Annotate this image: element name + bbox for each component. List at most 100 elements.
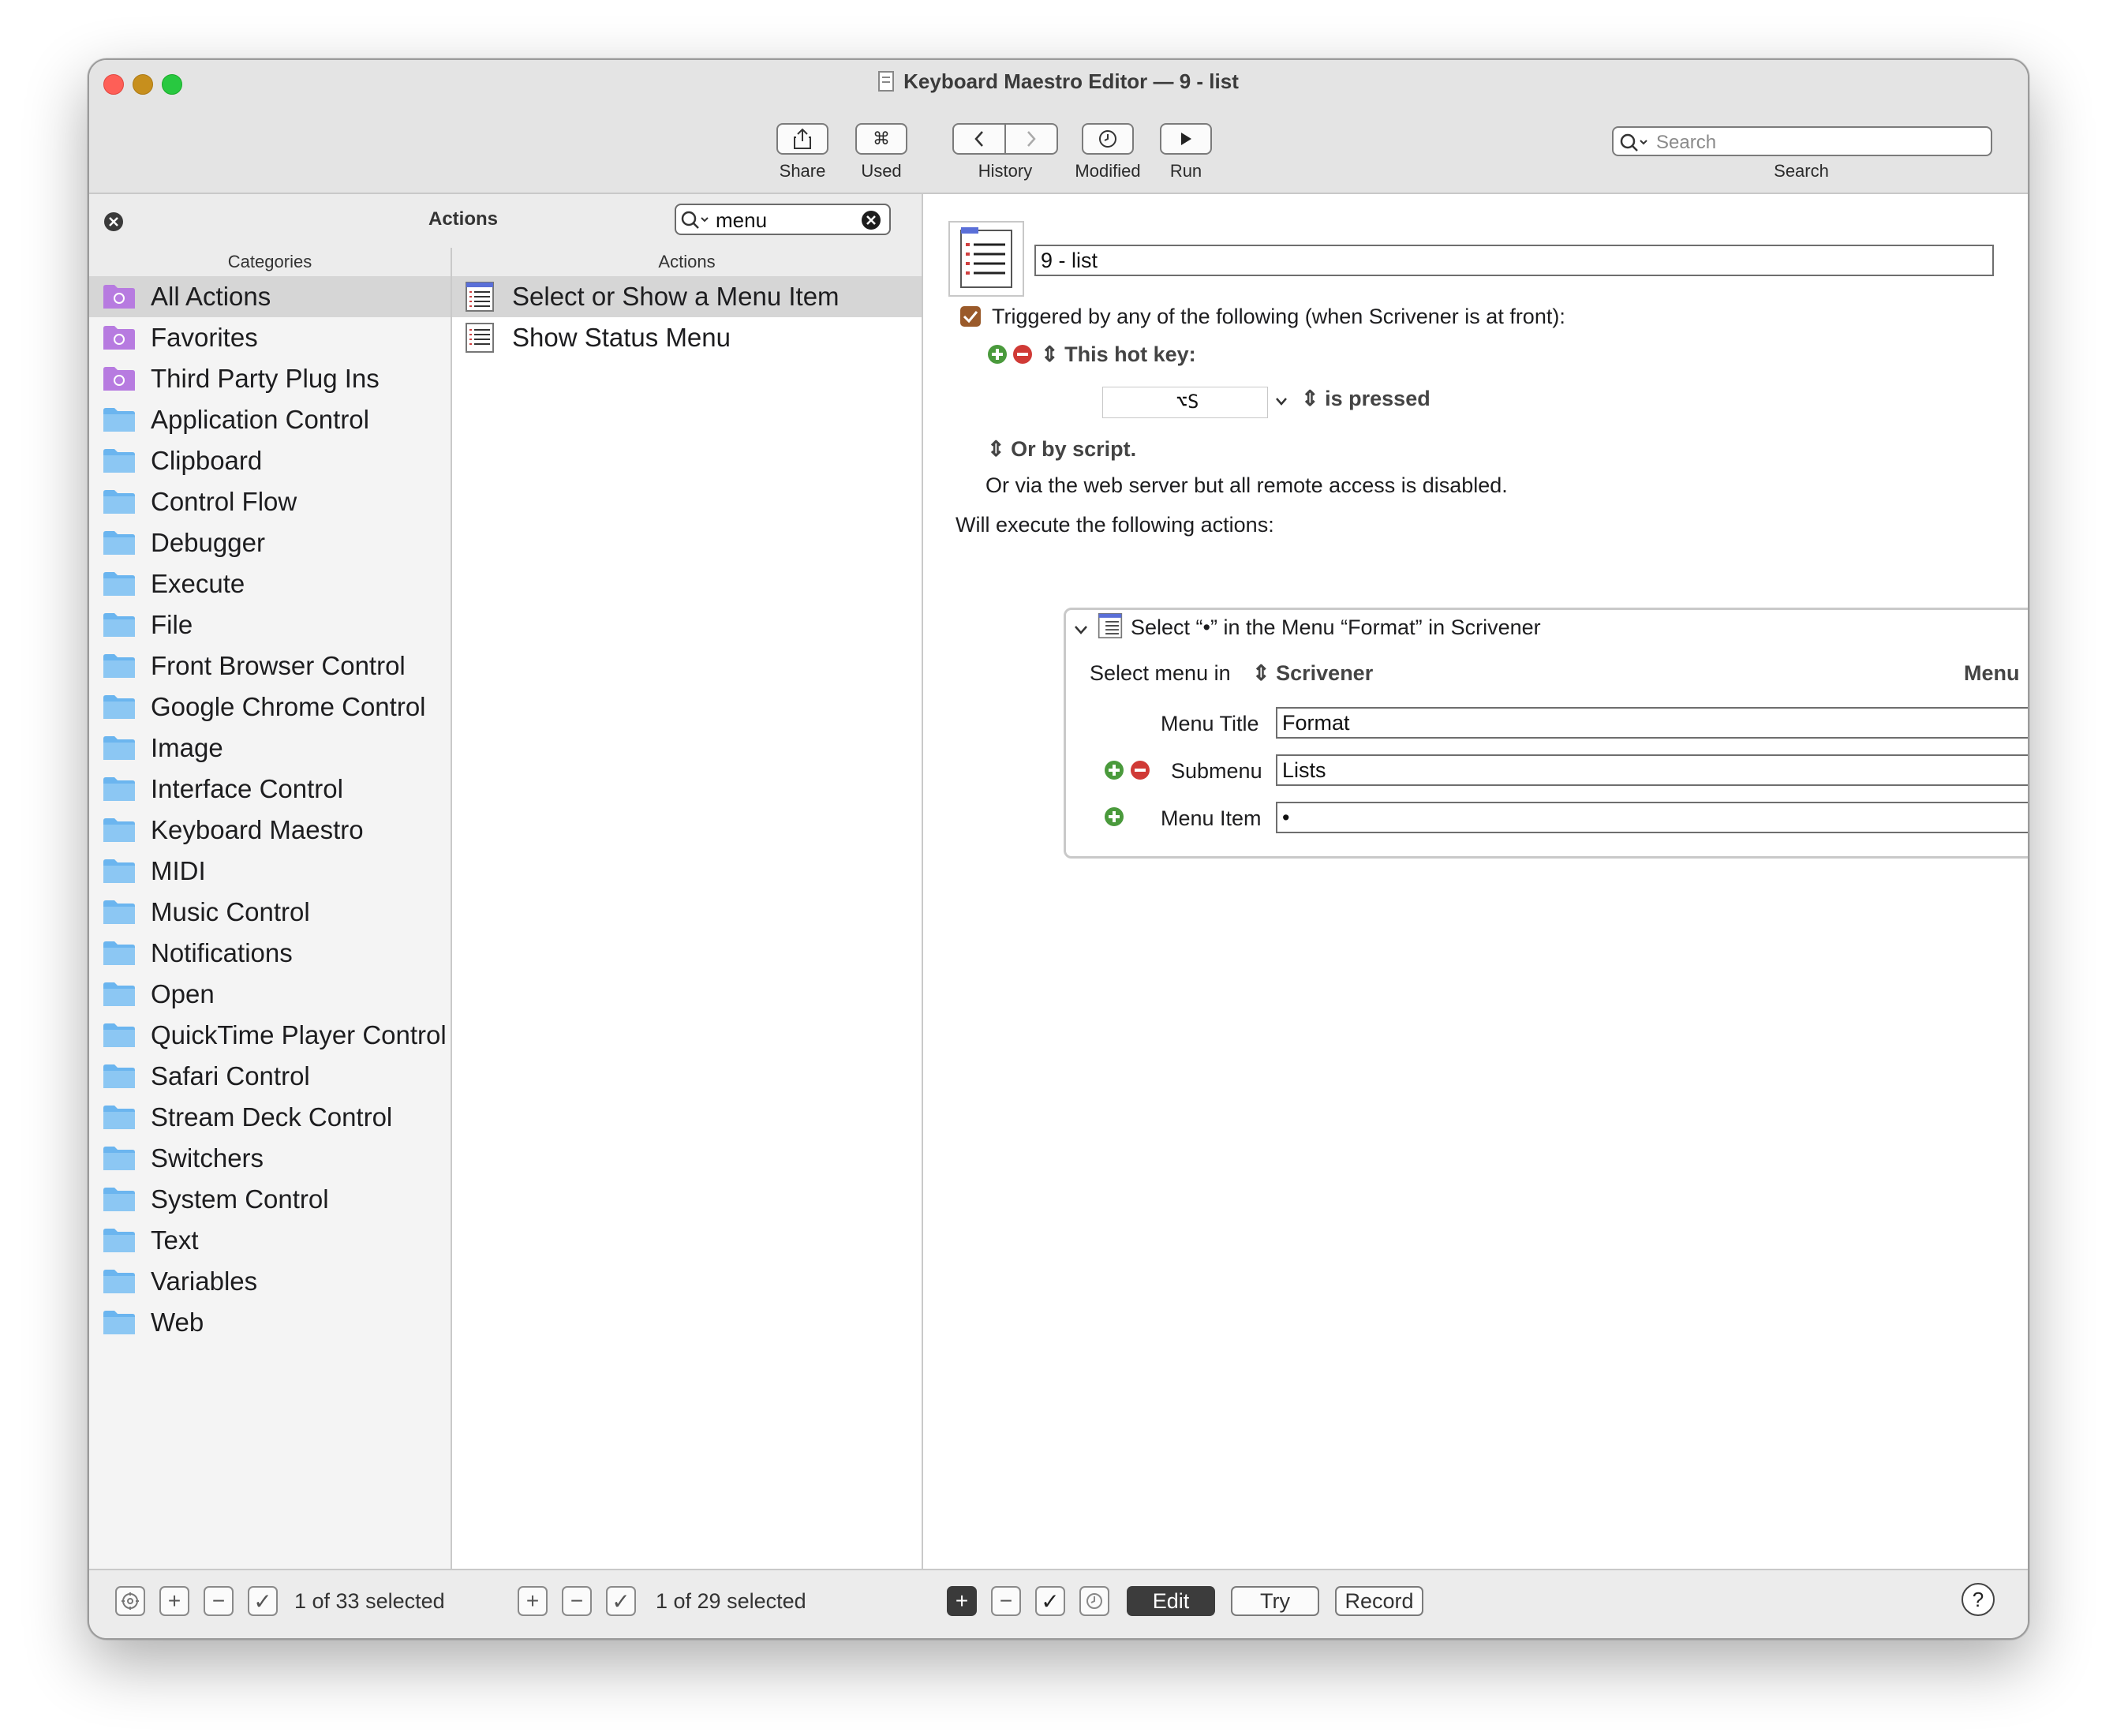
delete-macro-button[interactable]: −: [991, 1586, 1021, 1616]
edit-button[interactable]: Edit: [1127, 1586, 1215, 1616]
category-execute[interactable]: Execute: [89, 563, 451, 604]
search-icon: [1620, 133, 1647, 152]
remove-submenu-icon[interactable]: [1131, 761, 1150, 780]
remove-category-button[interactable]: −: [204, 1586, 234, 1616]
footer-bar: + − ✓ 1 of 33 selected + − ✓ 1 of 29 sel…: [89, 1569, 2028, 1638]
history-back-button[interactable]: [952, 123, 1006, 155]
category-third-party-plug-ins[interactable]: Third Party Plug Ins: [89, 358, 451, 399]
submenu-label: Submenu: [1171, 759, 1262, 783]
folder-icon: [103, 1106, 135, 1129]
target-app-popup[interactable]: ⇕ Scrivener: [1252, 661, 1373, 686]
submenu-field[interactable]: Lists: [1276, 754, 2028, 786]
category-switchers[interactable]: Switchers: [89, 1138, 451, 1179]
category-all-actions[interactable]: All Actions: [89, 276, 451, 317]
chevron-down-icon[interactable]: [1274, 396, 1288, 407]
modified-button[interactable]: [1082, 123, 1134, 155]
add-menu-item-icon[interactable]: [1105, 807, 1124, 826]
category-front-browser-control[interactable]: Front Browser Control: [89, 645, 451, 687]
category-label: Open: [151, 979, 215, 1008]
disclosure-chevron-icon[interactable]: [1073, 623, 1089, 636]
help-button[interactable]: ?: [1962, 1583, 1995, 1616]
enable-category-button[interactable]: ✓: [248, 1586, 278, 1616]
will-execute-text: Will execute the following actions:: [956, 513, 1274, 537]
folder-icon: [103, 859, 135, 883]
action-search-field[interactable]: menu: [675, 204, 891, 235]
category-web[interactable]: Web: [89, 1302, 451, 1343]
menu-list-icon: [466, 282, 494, 312]
history-label: History: [978, 161, 1033, 181]
category-music-control[interactable]: Music Control: [89, 892, 451, 933]
macro-icon[interactable]: [948, 221, 1024, 297]
clear-search-icon[interactable]: [861, 210, 881, 230]
used-button[interactable]: ⌘: [855, 123, 907, 155]
actions-column-header: Actions: [452, 248, 923, 277]
category-image[interactable]: Image: [89, 728, 451, 769]
play-icon: [1181, 133, 1191, 145]
enable-action-button[interactable]: ✓: [606, 1586, 636, 1616]
add-submenu-icon[interactable]: [1105, 761, 1124, 780]
category-open[interactable]: Open: [89, 974, 451, 1015]
run-button[interactable]: [1160, 123, 1212, 155]
trigger-description: Triggered by any of the following (when …: [992, 305, 1565, 328]
smart-folder-icon: [103, 367, 135, 391]
menu-options-dropdown[interactable]: Menu ⌄: [1964, 661, 2028, 686]
category-quicktime-player-control[interactable]: QuickTime Player Control: [89, 1015, 451, 1056]
hotkey-state-popup[interactable]: ⇕ is pressed: [1301, 387, 1430, 411]
history-forward-button[interactable]: [1004, 123, 1058, 155]
menu-title-field[interactable]: Format: [1276, 707, 2028, 739]
command-icon: ⌘: [873, 129, 890, 148]
toolbar-search-field[interactable]: Search: [1612, 126, 1992, 156]
folder-icon: [103, 449, 135, 473]
menu-title-label: Menu Title: [1161, 712, 1259, 735]
category-google-chrome-control[interactable]: Google Chrome Control: [89, 687, 451, 728]
category-keyboard-maestro[interactable]: Keyboard Maestro: [89, 810, 451, 851]
plus-icon: +: [525, 1588, 540, 1613]
record-button[interactable]: Record: [1335, 1586, 1423, 1616]
category-debugger[interactable]: Debugger: [89, 522, 451, 563]
category-control-flow[interactable]: Control Flow: [89, 481, 451, 522]
category-variables[interactable]: Variables: [89, 1261, 451, 1302]
category-clipboard[interactable]: Clipboard: [89, 440, 451, 481]
chevron-right-icon: [1027, 131, 1036, 147]
category-interface-control[interactable]: Interface Control: [89, 769, 451, 810]
folder-icon: [103, 654, 135, 678]
category-safari-control[interactable]: Safari Control: [89, 1056, 451, 1097]
plus-icon: +: [955, 1588, 969, 1613]
hotkey-trigger-popup[interactable]: ⇕ This hot key:: [1041, 342, 1196, 367]
category-stream-deck-control[interactable]: Stream Deck Control: [89, 1097, 451, 1138]
action-show-status-menu[interactable]: Show Status Menu: [452, 317, 922, 358]
new-action-button[interactable]: +: [947, 1586, 977, 1616]
new-smart-group-button[interactable]: [115, 1586, 145, 1616]
share-button[interactable]: [776, 123, 828, 155]
category-label: Execute: [151, 569, 245, 598]
macro-history-button[interactable]: [1079, 1586, 1109, 1616]
remove-trigger-icon[interactable]: [1013, 345, 1032, 364]
category-text[interactable]: Text: [89, 1220, 451, 1261]
folder-icon: [103, 572, 135, 596]
close-panel-icon[interactable]: [103, 211, 124, 232]
action-select-or-show-menu-item[interactable]: Select or Show a Menu Item: [452, 276, 922, 317]
remove-action-button[interactable]: −: [562, 1586, 592, 1616]
enable-macro-button[interactable]: ✓: [1035, 1586, 1065, 1616]
category-notifications[interactable]: Notifications: [89, 933, 451, 974]
add-trigger-icon[interactable]: [988, 345, 1007, 364]
category-favorites[interactable]: Favorites: [89, 317, 451, 358]
add-action-button[interactable]: +: [518, 1586, 548, 1616]
or-by-script-popup[interactable]: ⇕ Or by script.: [987, 437, 1136, 462]
try-button[interactable]: Try: [1231, 1586, 1319, 1616]
action-search-value: menu: [716, 208, 768, 232]
menu-item-field[interactable]: •: [1276, 802, 2028, 833]
category-system-control[interactable]: System Control: [89, 1179, 451, 1220]
category-file[interactable]: File: [89, 604, 451, 645]
category-application-control[interactable]: Application Control: [89, 399, 451, 440]
category-midi[interactable]: MIDI: [89, 851, 451, 892]
action-title[interactable]: Select “•” in the Menu “Format” in Scriv…: [1131, 615, 1541, 640]
title-bar: Keyboard Maestro Editor — 9 - list Share…: [89, 60, 2028, 194]
folder-icon: [103, 941, 135, 965]
hotkey-field[interactable]: ⌥S: [1102, 387, 1268, 418]
macro-name-field[interactable]: 9 - list: [1034, 245, 1994, 276]
add-category-button[interactable]: +: [159, 1586, 189, 1616]
trigger-checkbox[interactable]: [960, 306, 981, 327]
categories-list: All Actions Favorites Third Party Plug I…: [89, 276, 452, 1570]
hotkey-state-label: is pressed: [1325, 387, 1430, 410]
